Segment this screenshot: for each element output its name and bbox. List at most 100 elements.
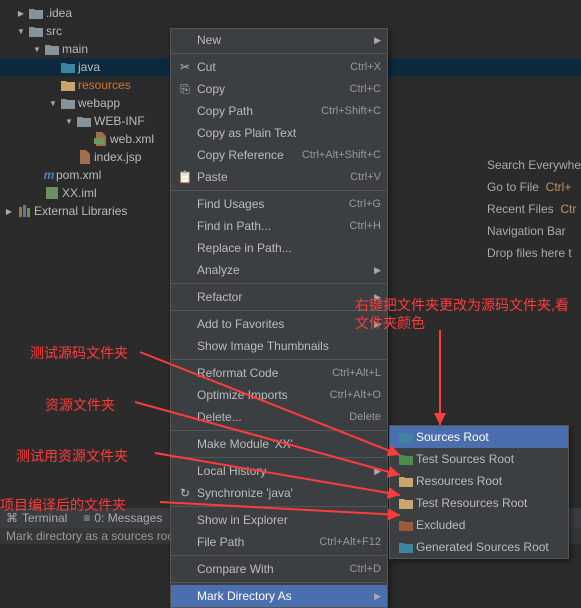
tree-item-idea[interactable]: .idea [0, 4, 581, 22]
menu-show-explorer[interactable]: Show in Explorer [171, 509, 387, 531]
chevron-right-icon: ▶ [374, 265, 381, 276]
annotation-test-sources: 测试源码文件夹 [30, 343, 128, 363]
submenu-resources-root[interactable]: Resources Root [390, 470, 568, 492]
menu-reformat[interactable]: Reformat CodeCtrl+Alt+L [171, 362, 387, 384]
annotation-resources: 资源文件夹 [45, 395, 115, 415]
menu-separator [171, 190, 387, 191]
terminal-icon: ⌘ [6, 511, 18, 525]
menu-make-module[interactable]: Make Module 'XX' [171, 433, 387, 455]
folder-icon [61, 60, 75, 74]
menu-optimize-imports[interactable]: Optimize ImportsCtrl+Alt+O [171, 384, 387, 406]
folder-icon [77, 114, 91, 128]
mark-directory-submenu: Sources Root Test Sources Root Resources… [389, 425, 569, 559]
xml-file-icon [93, 132, 107, 146]
iml-file-icon [45, 186, 59, 200]
submenu-excluded[interactable]: Excluded [390, 514, 568, 536]
editor-hints: Search Everywhe Go to File Ctrl+ Recent … [481, 150, 581, 268]
submenu-test-resources-root[interactable]: Test Resources Root [390, 492, 568, 514]
menu-separator [171, 457, 387, 458]
folder-icon [45, 42, 59, 56]
hint-recent: Recent Files Ctr [481, 202, 581, 216]
chevron-down-icon [16, 26, 26, 36]
menu-new[interactable]: New▶ [171, 29, 387, 51]
chevron-right-icon: ▶ [374, 35, 381, 46]
menu-copy-plain[interactable]: Copy as Plain Text [171, 122, 387, 144]
menu-cut[interactable]: ✂CutCtrl+X [171, 56, 387, 78]
copy-icon: ⎘ [177, 81, 193, 97]
menu-separator [171, 430, 387, 431]
chevron-right-icon: ▶ [374, 292, 381, 303]
folder-icon [61, 96, 75, 110]
library-icon [17, 204, 31, 218]
paste-icon: 📋 [177, 169, 193, 185]
jsp-file-icon [77, 150, 91, 164]
menu-replace-in-path[interactable]: Replace in Path... [171, 237, 387, 259]
menu-refactor[interactable]: Refactor▶ [171, 286, 387, 308]
menu-file-path[interactable]: File PathCtrl+Alt+F12 [171, 531, 387, 553]
tree-label: .idea [46, 6, 72, 20]
menu-find-usages[interactable]: Find UsagesCtrl+G [171, 193, 387, 215]
cut-icon: ✂ [177, 59, 193, 75]
menu-delete[interactable]: Delete...Delete [171, 406, 387, 428]
tree-label: WEB-INF [94, 114, 145, 128]
chevron-down-icon [64, 116, 74, 126]
menu-separator [171, 359, 387, 360]
menu-separator [171, 53, 387, 54]
menu-add-favorites[interactable]: Add to Favorites▶ [171, 313, 387, 335]
folder-icon [399, 452, 413, 466]
menu-find-in-path[interactable]: Find in Path...Ctrl+H [171, 215, 387, 237]
chevron-right-icon: ▶ [374, 591, 381, 602]
menu-show-thumbnails[interactable]: Show Image Thumbnails [171, 335, 387, 357]
menu-copy-ref[interactable]: Copy ReferenceCtrl+Alt+Shift+C [171, 144, 387, 166]
folder-icon [399, 474, 413, 488]
tree-label: pom.xml [56, 168, 101, 182]
tab-messages[interactable]: ≡0: Messages [83, 511, 162, 525]
chevron-down-icon [32, 44, 42, 54]
tree-label: java [78, 60, 100, 74]
folder-icon [29, 6, 43, 20]
tree-label: webapp [78, 96, 120, 110]
tree-label: web.xml [110, 132, 154, 146]
menu-separator [171, 506, 387, 507]
menu-analyze[interactable]: Analyze▶ [171, 259, 387, 281]
tree-label: External Libraries [34, 204, 127, 218]
menu-separator [171, 555, 387, 556]
tree-label: XX.iml [62, 186, 97, 200]
annotation-test-resources: 测试用资源文件夹 [16, 446, 128, 466]
menu-separator [171, 582, 387, 583]
folder-icon [399, 496, 413, 510]
sync-icon: ↻ [177, 485, 193, 501]
chevron-down-icon [48, 98, 58, 108]
annotation-main: 右键把文件夹更改为源码文件夹,看文件夹颜色 [355, 296, 575, 332]
menu-copy[interactable]: ⎘CopyCtrl+C [171, 78, 387, 100]
folder-icon [399, 518, 413, 532]
messages-icon: ≡ [83, 511, 90, 525]
menu-separator [171, 310, 387, 311]
folder-icon [61, 78, 75, 92]
menu-compare-with[interactable]: Compare WithCtrl+D [171, 558, 387, 580]
tab-terminal[interactable]: ⌘Terminal [6, 511, 67, 525]
folder-icon [399, 430, 413, 444]
hint-nav: Navigation Bar [481, 224, 581, 238]
context-menu: New▶ ✂CutCtrl+X ⎘CopyCtrl+C Copy PathCtr… [170, 28, 388, 608]
submenu-generated-sources[interactable]: Generated Sources Root [390, 536, 568, 558]
chevron-right-icon [4, 206, 14, 216]
maven-icon: m [42, 168, 56, 182]
menu-copy-path[interactable]: Copy PathCtrl+Shift+C [171, 100, 387, 122]
tree-label: src [46, 24, 62, 38]
chevron-right-icon: ▶ [374, 319, 381, 330]
chevron-right-icon [16, 8, 26, 18]
folder-icon [29, 24, 43, 38]
hint-drop: Drop files here t [481, 246, 581, 260]
tree-label: resources [78, 78, 131, 92]
menu-paste[interactable]: 📋PasteCtrl+V [171, 166, 387, 188]
hint-goto: Go to File Ctrl+ [481, 180, 581, 194]
menu-local-history[interactable]: Local History▶ [171, 460, 387, 482]
menu-mark-directory-as[interactable]: Mark Directory As▶ [171, 585, 387, 607]
submenu-test-sources-root[interactable]: Test Sources Root [390, 448, 568, 470]
menu-separator [171, 283, 387, 284]
submenu-sources-root[interactable]: Sources Root [390, 426, 568, 448]
chevron-right-icon: ▶ [374, 466, 381, 477]
tree-label: main [62, 42, 88, 56]
menu-synchronize[interactable]: ↻Synchronize 'java' [171, 482, 387, 504]
